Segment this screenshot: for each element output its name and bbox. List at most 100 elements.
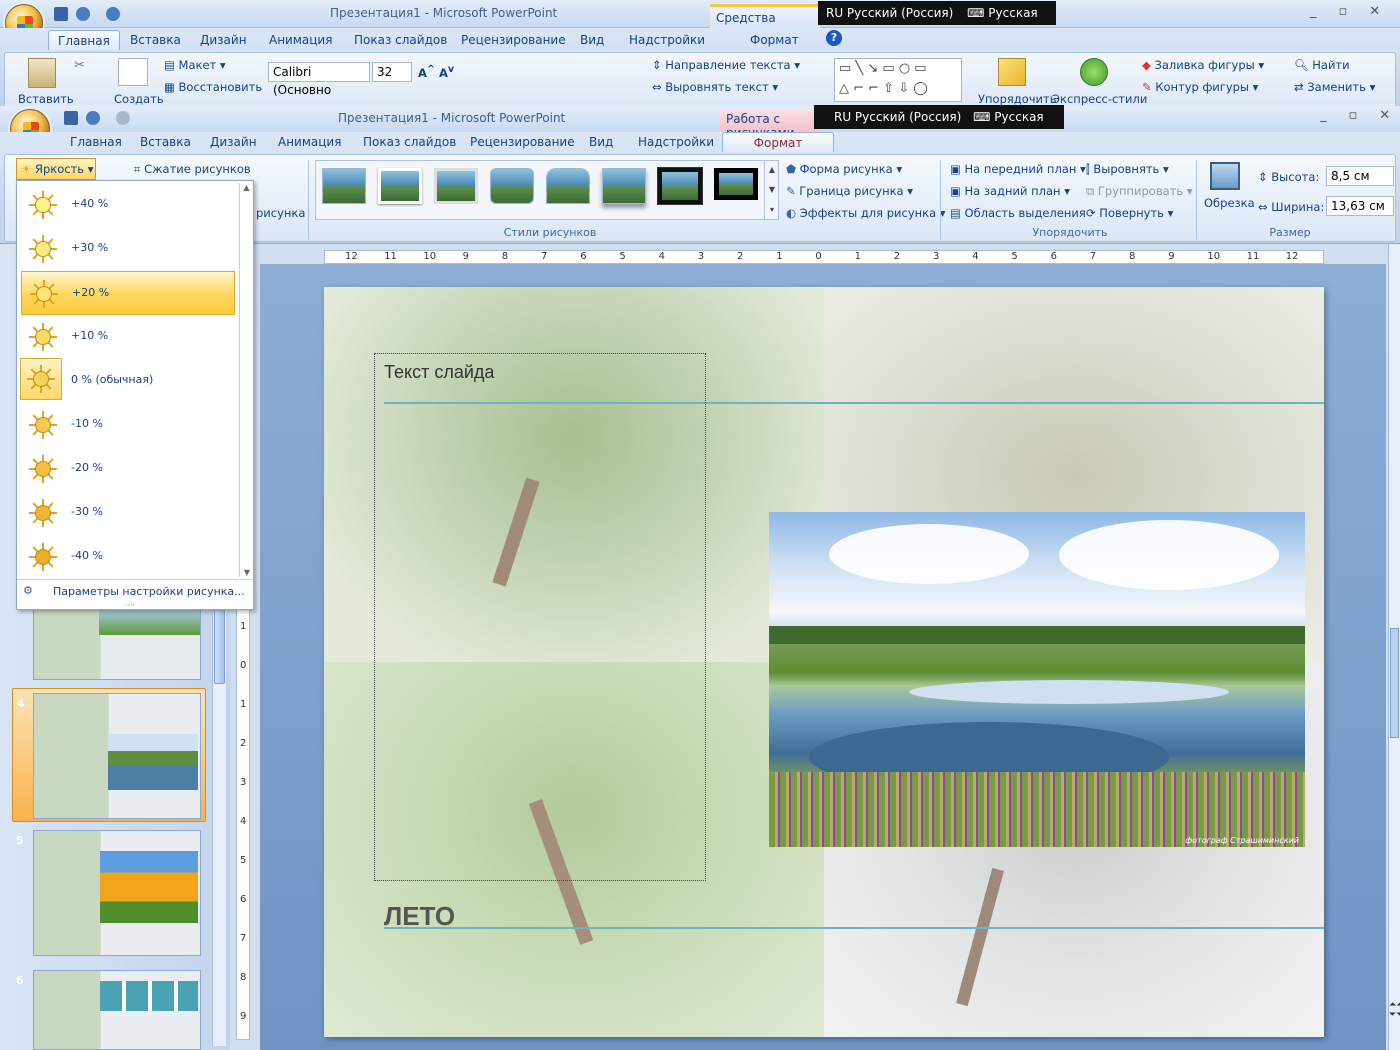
picture-options-item[interactable]: ⚙ Параметры настройки рисунка...	[17, 581, 253, 603]
undo-icon[interactable]	[76, 7, 90, 21]
bring-front-button[interactable]: ▣ На передний план ▾	[950, 162, 1086, 176]
send-back-button[interactable]: ▣ На задний план ▾	[950, 184, 1070, 198]
editor-scroll-thumb[interactable]	[1390, 628, 1399, 738]
font-size-box[interactable]: 32	[372, 62, 412, 82]
picture-border-button[interactable]: ✎ Граница рисунка ▾	[786, 184, 913, 198]
compress-button[interactable]: ⌗ Сжатие рисунков	[134, 162, 251, 177]
prev-slide-icon[interactable]: ⏶⏶ ⏷⏷	[1389, 1000, 1400, 1020]
menu-scrollbar[interactable]: ▲ ▼	[239, 183, 253, 577]
brightness-option[interactable]: -20 %	[21, 447, 235, 491]
crop-icon[interactable]	[1210, 162, 1240, 190]
tab-design[interactable]: Дизайн	[206, 132, 261, 152]
picture-style-2[interactable]	[378, 168, 422, 204]
back-tab-animation[interactable]: Анимация	[265, 30, 336, 50]
replace-button[interactable]: ⇄ Заменить ▾	[1294, 80, 1375, 94]
help-icon[interactable]: ?	[826, 30, 842, 46]
picture-effects-button[interactable]: ◐ Эффекты для рисунка ▾	[786, 206, 946, 220]
picture-style-8[interactable]	[714, 168, 758, 200]
tab-view[interactable]: Вид	[585, 132, 617, 152]
back-window-controls[interactable]: _▫✕	[1310, 4, 1396, 19]
picture-style-7[interactable]	[657, 167, 703, 205]
redo-icon[interactable]	[106, 7, 120, 21]
crop-label[interactable]: Обрезка	[1204, 196, 1255, 210]
grow-font-icon[interactable]: A^ Av	[418, 64, 454, 80]
shapes-gallery[interactable]: ▭ ╲ ↘ ▭ ○ ▭ △ ⌐ ⌐ ⇧ ⇩ ◯	[834, 58, 962, 102]
width-input[interactable]: 13,63 см	[1326, 196, 1394, 216]
language-bar-back[interactable]: RU Русский (Россия) ⌨ Русская ?	[818, 1, 1056, 46]
scroll-thumb[interactable]	[214, 600, 225, 684]
text-direction-button[interactable]: ⇕ Направление текста ▾	[652, 58, 800, 72]
slide-title[interactable]: ЛЕТО	[384, 901, 455, 932]
picture-style-3[interactable]	[434, 168, 478, 204]
brightness-option[interactable]: +30 %	[21, 227, 235, 271]
back-tab-format[interactable]: Формат	[746, 30, 803, 50]
brightness-option[interactable]: -10 %	[21, 403, 235, 447]
back-tab-home[interactable]: Главная	[48, 30, 120, 50]
resize-grip[interactable]: ····	[125, 601, 135, 610]
slide-thumb-4-selected[interactable]: 4	[12, 688, 206, 822]
slide-thumb-5[interactable]	[33, 830, 201, 956]
back-tab-design[interactable]: Дизайн	[196, 30, 251, 50]
paste-icon[interactable]	[28, 58, 56, 88]
tab-format[interactable]: Формат	[722, 132, 834, 152]
quick-styles-icon[interactable]	[1080, 58, 1108, 86]
group-button[interactable]: ⧉ Группировать ▾	[1086, 184, 1193, 199]
brightness-button[interactable]: ☀ Яркость ▾	[16, 158, 96, 180]
back-tab-insert[interactable]: Вставка	[126, 30, 185, 50]
font-name-box[interactable]: Calibri (Основно	[268, 62, 370, 97]
tab-insert[interactable]: Вставка	[136, 132, 195, 152]
picture-style-4[interactable]	[490, 168, 534, 204]
picture-style-6[interactable]	[602, 168, 646, 204]
brightness-option[interactable]: -30 %	[21, 491, 235, 535]
shape-outline-button[interactable]: ✎ Контур фигуры ▾	[1142, 80, 1258, 94]
height-input[interactable]: 8,5 см	[1326, 166, 1394, 186]
picture-style-5[interactable]	[546, 168, 590, 204]
layout-button[interactable]: ▤ Макет ▾	[164, 58, 226, 72]
back-tab-slideshow[interactable]: Показ слайдов	[350, 30, 451, 50]
tab-animation[interactable]: Анимация	[274, 132, 345, 152]
new-slide-label[interactable]: Создать	[114, 92, 164, 106]
tab-review[interactable]: Рецензирование	[466, 132, 579, 152]
slide-thumb-6[interactable]	[33, 970, 201, 1050]
back-tab-review[interactable]: Рецензирование	[457, 30, 570, 50]
tab-addins[interactable]: Надстройки	[634, 132, 718, 152]
back-tab-addins[interactable]: Надстройки	[625, 30, 709, 50]
rotate-button[interactable]: ⟳ Повернуть ▾	[1086, 206, 1173, 220]
quick-styles-label[interactable]: Экспресс-стили	[1052, 92, 1147, 106]
paste-label[interactable]: Вставить	[18, 92, 74, 106]
picture-shape-button[interactable]: ⬟ Форма рисунка ▾	[786, 162, 902, 176]
tab-slideshow[interactable]: Показ слайдов	[359, 132, 460, 152]
brightness-option[interactable]: +10 %	[21, 315, 235, 359]
shape-fill-button[interactable]: ◆ Заливка фигуры ▾	[1142, 58, 1264, 72]
scroll-down-icon[interactable]: ▼	[240, 568, 254, 577]
landscape-photo[interactable]: фотограф Страшиминский	[769, 512, 1305, 847]
align-button[interactable]: ⫿ Выровнять ▾	[1086, 162, 1169, 177]
save-icon[interactable]	[54, 7, 68, 21]
slides-panel-scrollbar[interactable]	[212, 600, 226, 1046]
arrange-icon[interactable]	[998, 58, 1026, 86]
back-tab-view[interactable]: Вид	[576, 30, 608, 50]
front-window-controls[interactable]: _▫✕	[1320, 108, 1400, 123]
arrange-label[interactable]: Упорядочить	[978, 92, 1057, 106]
cut-icon[interactable]: ✂	[74, 58, 85, 73]
gallery-scroll[interactable]: ▲ ▼ ▾	[764, 160, 779, 220]
undo-icon-front[interactable]	[86, 111, 100, 125]
slide-canvas[interactable]: Текст слайда ЛЕТО фотограф Страшиминский	[324, 287, 1324, 1037]
brightness-option[interactable]: 0 % (обычная)	[20, 358, 235, 403]
scroll-up-icon[interactable]: ▲	[240, 183, 253, 192]
new-slide-icon[interactable]	[118, 58, 148, 86]
save-icon-front[interactable]	[64, 111, 78, 125]
text-placeholder[interactable]: Текст слайда	[374, 353, 706, 881]
selection-pane-button[interactable]: ▤ Область выделения	[950, 206, 1086, 220]
brightness-option[interactable]: +40 %	[21, 183, 235, 227]
language-bar-front[interactable]: RU Русский (Россия) ⌨ Русская ?	[814, 105, 1064, 150]
recolor-partial[interactable]: рисунка	[256, 206, 305, 220]
restore-button[interactable]: ▦ Восстановить	[164, 80, 262, 94]
align-text-button[interactable]: ⇔ Выровнять текст ▾	[652, 80, 778, 94]
brightness-option[interactable]: +20 %	[21, 271, 235, 315]
find-button[interactable]: 🔍︎ Найти	[1294, 58, 1350, 72]
tab-home[interactable]: Главная	[66, 132, 126, 152]
editor-scrollbar[interactable]: ⏶⏶ ⏷⏷	[1388, 244, 1400, 1050]
brightness-option[interactable]: -40 %	[21, 535, 235, 579]
picture-style-1[interactable]	[322, 168, 366, 204]
